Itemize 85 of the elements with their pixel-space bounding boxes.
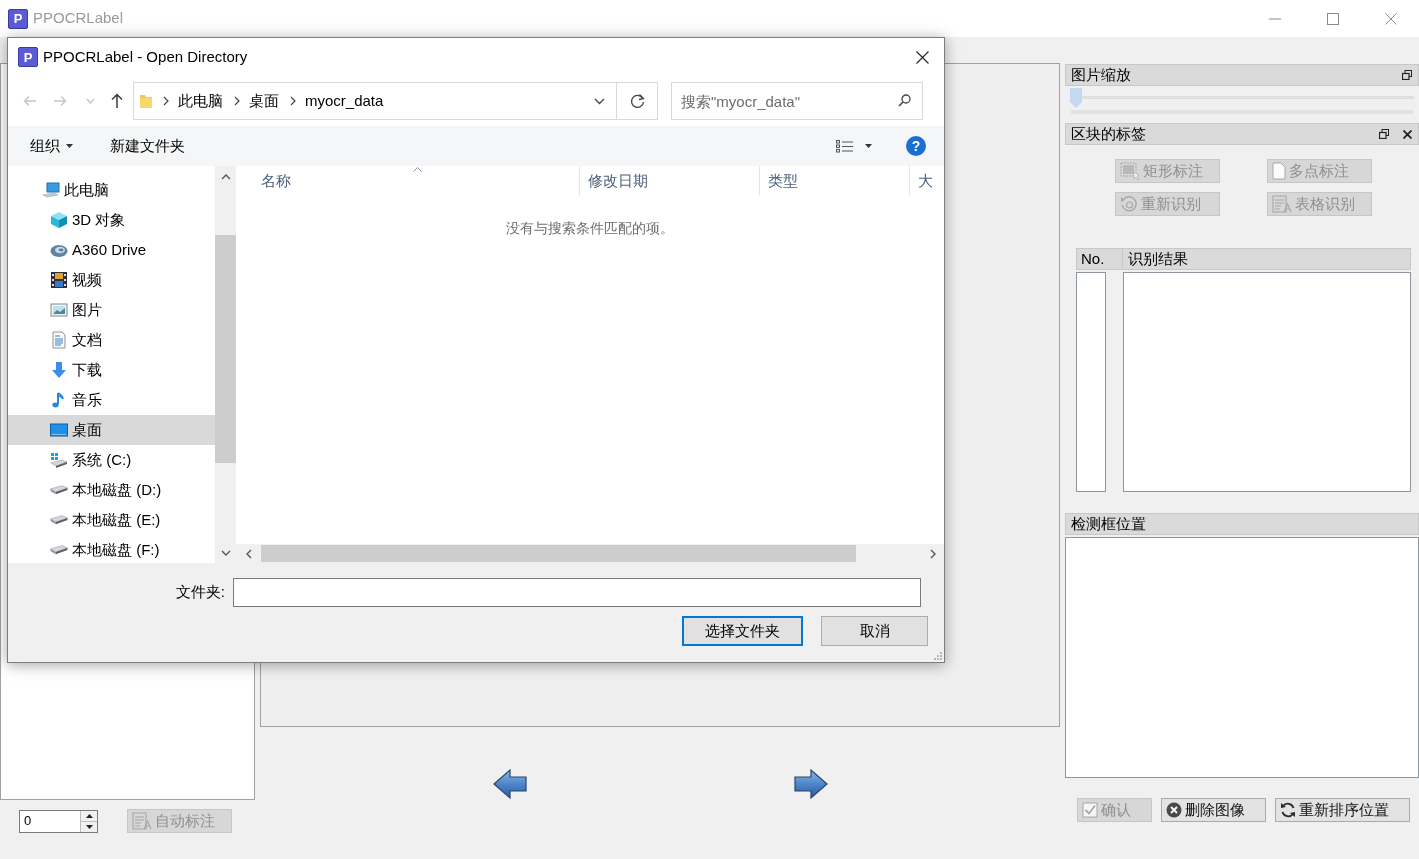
app-logo: P — [8, 8, 28, 29]
document-icon — [50, 331, 68, 349]
drive-icon — [50, 485, 68, 495]
text-document-icon — [1272, 195, 1292, 213]
breadcrumb-item[interactable]: 此电脑 — [178, 89, 223, 113]
column-header[interactable]: 名称 — [236, 166, 579, 196]
field-label: 文件夹: — [175, 582, 225, 603]
column-header[interactable]: 类型 — [759, 166, 909, 196]
dialog-button[interactable]: 选择文件夹 — [682, 616, 803, 646]
delete-icon — [1166, 802, 1182, 818]
search-field[interactable]: 搜索"myocr_data" — [671, 82, 923, 120]
zoom-slider[interactable] — [1070, 88, 1414, 108]
action-button[interactable]: 删除图像 — [1161, 798, 1266, 822]
drive-icon — [50, 545, 68, 555]
picture-icon — [50, 301, 68, 319]
column-header: No. — [1076, 248, 1123, 270]
resize-grip-icon — [934, 652, 943, 661]
dock-title: 区块的标签 — [1071, 123, 1146, 144]
caret-down-icon — [865, 144, 872, 148]
image-select-icon — [1120, 162, 1140, 180]
horizontal-scrollbar[interactable] — [236, 544, 944, 563]
right-arrow-icon — [53, 95, 67, 107]
details-view-icon — [836, 139, 853, 153]
app-logo: P — [18, 47, 38, 67]
chevron-down-icon — [220, 549, 231, 556]
folder-icon — [140, 93, 152, 109]
left-arrow-icon — [23, 95, 37, 107]
drive-icon — [50, 515, 68, 525]
spin-box[interactable]: 0 — [19, 809, 98, 833]
maximize-icon — [1327, 12, 1339, 25]
refresh-icon — [1280, 802, 1296, 818]
film-icon — [50, 271, 68, 289]
empty-message: 没有与搜索条件匹配的项。 — [506, 219, 674, 238]
chevron-right-icon — [290, 96, 296, 106]
organize-button[interactable]: 组织 — [22, 131, 81, 161]
chevron-down-icon — [85, 98, 95, 104]
up-triangle-icon — [85, 813, 93, 818]
window-title: PPOCRLabel — [33, 8, 124, 29]
refresh-button[interactable] — [617, 82, 658, 120]
chevron-up-icon — [220, 173, 231, 180]
slider-thumb[interactable] — [1070, 88, 1082, 108]
minimize-icon — [1269, 17, 1281, 20]
cube-icon — [50, 211, 68, 229]
chevron-right-icon — [234, 96, 240, 106]
search-icon — [898, 94, 911, 107]
down-arrow-icon — [50, 361, 68, 379]
close-icon — [1384, 12, 1397, 25]
drive-icon — [50, 451, 68, 469]
chevron-down-icon — [594, 97, 605, 105]
down-triangle-icon — [85, 824, 93, 829]
new-folder-button[interactable]: 新建文件夹 — [102, 131, 193, 161]
column-header[interactable]: 修改日期 — [579, 166, 759, 196]
nav-item[interactable]: 桌面 — [8, 415, 215, 445]
computer-icon — [42, 181, 60, 199]
folder-input[interactable] — [233, 578, 921, 607]
caret-down-icon — [66, 144, 73, 148]
chevron-right-icon — [163, 96, 169, 106]
breadcrumb-item[interactable]: myocr_data — [305, 89, 384, 113]
chevron-right-icon — [930, 548, 936, 559]
column-header[interactable]: 大 — [909, 166, 944, 196]
text-document-icon — [132, 812, 152, 830]
dialog-title: PPOCRLabel - Open Directory — [43, 46, 248, 67]
scrollbar-thumb[interactable] — [261, 545, 856, 562]
circular-arrow-icon — [1120, 195, 1138, 213]
close-icon — [1403, 129, 1412, 139]
desktop-icon — [50, 421, 68, 439]
breadcrumb-item[interactable]: 桌面 — [249, 89, 279, 113]
checkbox-icon — [1082, 802, 1098, 818]
dialog-button[interactable]: 取消 — [821, 616, 928, 646]
help-button[interactable]: ? — [906, 136, 926, 156]
float-window-icon — [1379, 129, 1389, 139]
address-bar[interactable]: 此电脑 桌面 myocr_data — [133, 82, 617, 120]
float-window-icon — [1402, 70, 1412, 80]
up-arrow-icon — [111, 93, 123, 109]
right-arrow-icon[interactable] — [793, 767, 829, 801]
action-button[interactable]: 重新排序位置 — [1275, 798, 1410, 822]
chevron-left-icon — [245, 548, 252, 559]
page-icon — [1272, 162, 1286, 180]
left-arrow-icon[interactable] — [492, 767, 528, 801]
refresh-icon — [629, 93, 645, 109]
scrollbar-thumb[interactable] — [215, 235, 236, 463]
dock-title: 图片缩放 — [1071, 64, 1131, 85]
close-icon — [915, 50, 929, 64]
dock-title: 检测框位置 — [1071, 513, 1146, 534]
column-header: 识别结果 — [1123, 248, 1411, 270]
